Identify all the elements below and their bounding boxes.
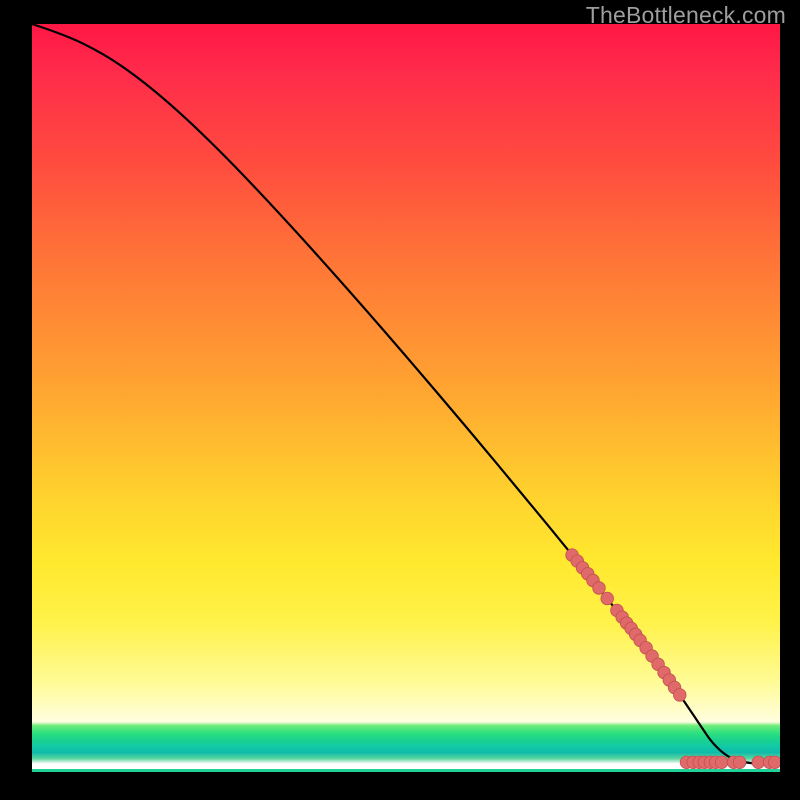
data-point-marker [768, 756, 780, 769]
chart-overlay [32, 24, 780, 772]
watermark-text: TheBottleneck.com [586, 2, 786, 29]
data-point-marker [601, 592, 614, 605]
data-point-marker [733, 756, 746, 769]
data-point-marker [752, 756, 765, 769]
scatter-markers [566, 549, 780, 769]
chart-stage: TheBottleneck.com [0, 0, 800, 800]
data-point-marker [673, 689, 686, 702]
plot-area [32, 24, 780, 772]
curve-line [32, 24, 780, 764]
data-point-marker [715, 756, 728, 769]
data-point-marker [593, 582, 606, 595]
